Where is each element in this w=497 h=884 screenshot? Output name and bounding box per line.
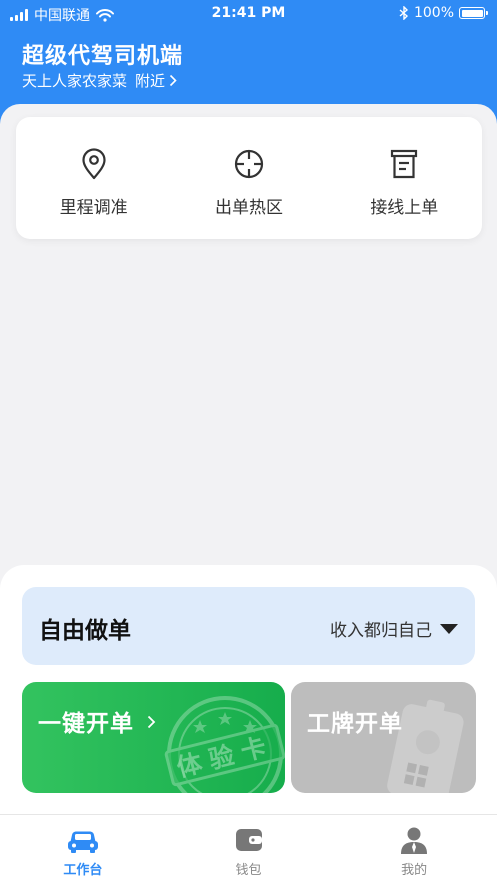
- location-pin-icon: [82, 148, 106, 180]
- status-right: 100%: [399, 5, 488, 21]
- quick-actions-card: 里程调准 出单热区 接线上单: [16, 117, 482, 239]
- clipboard-icon: [391, 149, 418, 179]
- one-click-order-text: 一键开单: [38, 711, 134, 737]
- chevron-right-icon: [147, 715, 156, 729]
- tab-label: 钱包: [235, 863, 262, 878]
- car-icon: [67, 831, 98, 853]
- badge-order-button[interactable]: 工牌开单: [291, 682, 476, 793]
- app-title: 超级代驾司机端: [22, 44, 184, 69]
- tab-mine[interactable]: 我的: [331, 815, 497, 884]
- nearby-label: 附近: [135, 72, 166, 90]
- tab-label: 工作台: [63, 863, 103, 878]
- tab-bar: 工作台 钱包 我的: [0, 814, 497, 884]
- location-selector[interactable]: 天上人家农家菜 附近: [22, 70, 177, 91]
- quick-action-label: 接线上单: [370, 198, 439, 218]
- free-order-selector[interactable]: 自由做单 收入都归自己: [22, 587, 475, 665]
- bluetooth-icon: [399, 6, 408, 20]
- quick-action-label: 里程调准: [59, 198, 128, 218]
- location-name: 天上人家农家菜: [22, 72, 128, 90]
- quick-action-online-order[interactable]: 接线上单: [327, 117, 482, 239]
- user-icon: [401, 827, 428, 854]
- dropdown-triangle-icon: [440, 623, 458, 634]
- battery-percent: 100%: [413, 5, 454, 21]
- trial-stamp-icon: 体验卡: [164, 696, 285, 793]
- quick-action-mileage[interactable]: 里程调准: [16, 117, 171, 239]
- free-order-option-label: 收入都归自己: [330, 621, 432, 641]
- crosshair-icon: [234, 149, 264, 179]
- tab-wallet[interactable]: 钱包: [166, 815, 332, 884]
- badge-order-label: 工牌开单: [307, 711, 403, 737]
- quick-action-label: 出单热区: [214, 198, 283, 218]
- battery-icon: [459, 7, 488, 19]
- one-click-order-label: 一键开单: [38, 704, 156, 738]
- tab-label: 我的: [401, 863, 428, 878]
- quick-action-hot-zone[interactable]: 出单热区: [171, 117, 326, 239]
- status-bar: 中国联通 21:41 PM 100%: [0, 0, 497, 28]
- tab-workbench[interactable]: 工作台: [0, 815, 166, 884]
- chevron-right-icon: [169, 74, 177, 87]
- free-order-title: 自由做单: [39, 618, 131, 644]
- wallet-icon: [235, 829, 262, 851]
- one-click-order-button[interactable]: 体验卡 一键开单: [22, 682, 285, 793]
- free-order-option[interactable]: 收入都归自己: [330, 616, 458, 641]
